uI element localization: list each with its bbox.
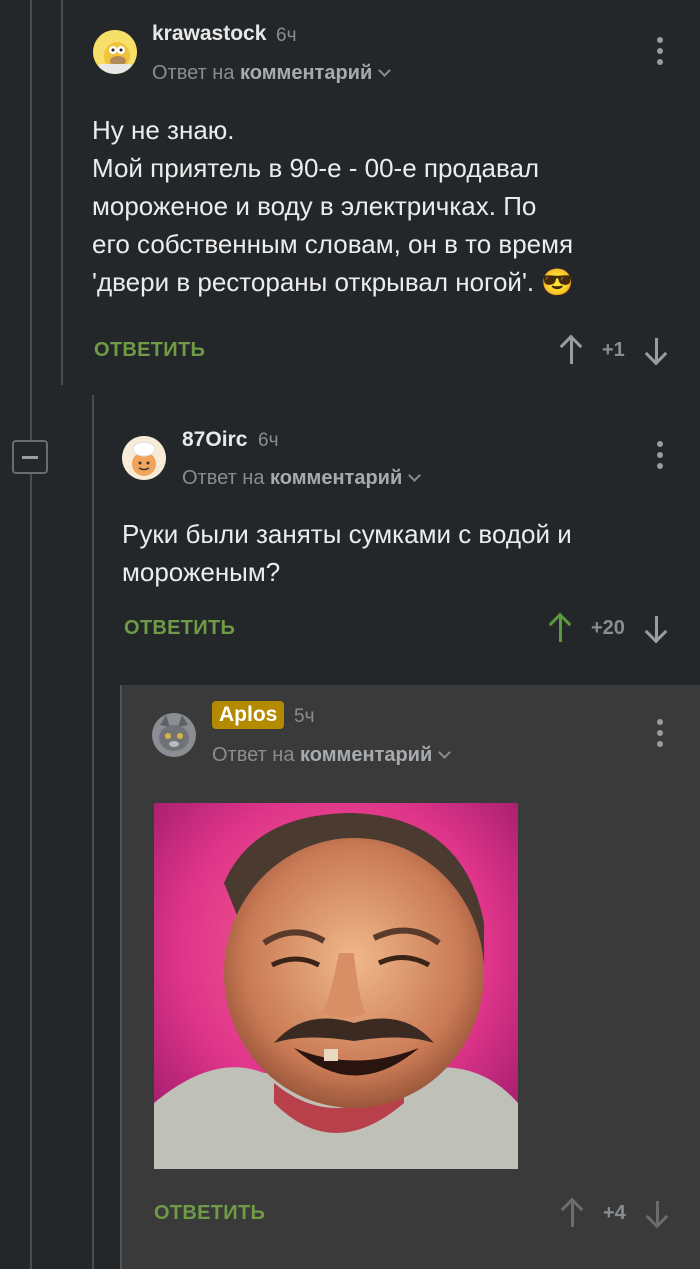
thread-line-reply (92, 395, 94, 1269)
username[interactable]: 87Oirc (182, 428, 247, 452)
avatar[interactable] (93, 30, 137, 74)
minus-icon (22, 455, 38, 459)
comment-text: Руки были заняты сумками с водой и морож… (122, 519, 572, 587)
reply-to-link[interactable]: Ответ на комментарий (152, 62, 392, 85)
more-options-icon[interactable] (657, 441, 663, 469)
vote-controls: +4 (560, 1197, 669, 1229)
timestamp: 6ч (276, 25, 297, 46)
more-options-icon[interactable] (657, 719, 663, 747)
reply-to-link[interactable]: Ответ на комментарий (212, 744, 452, 767)
score: +1 (602, 338, 625, 361)
username-badge: Aplos (212, 701, 285, 729)
cat-avatar-icon (152, 713, 196, 757)
username[interactable]: krawastock (152, 22, 266, 46)
score: +4 (603, 1201, 626, 1224)
thread-line-inner (61, 0, 63, 385)
chevron-down-icon (378, 64, 392, 77)
timestamp: 5ч (294, 706, 315, 727)
reply-to-link[interactable]: Ответ на комментарий (182, 467, 422, 490)
homer-avatar-icon (93, 30, 137, 74)
upvote-arrow-icon[interactable] (559, 334, 583, 365)
comment-image[interactable] (154, 803, 518, 1169)
vote-controls: +20 (548, 612, 668, 644)
timestamp: 6ч (258, 430, 279, 451)
laughing-man-image (154, 803, 518, 1169)
avatar[interactable] (152, 713, 196, 757)
thread-line-outer (30, 0, 32, 1269)
downvote-arrow-icon[interactable] (645, 1198, 669, 1229)
upvote-arrow-icon[interactable] (560, 1197, 584, 1228)
more-options-icon[interactable] (657, 37, 663, 65)
downvote-arrow-icon[interactable] (644, 613, 668, 644)
collapse-thread-button[interactable] (12, 440, 48, 474)
chevron-down-icon (438, 746, 452, 759)
avatar[interactable] (122, 436, 166, 480)
username[interactable]: Aplos (212, 701, 285, 729)
upvote-arrow-icon[interactable] (548, 612, 572, 643)
score: +20 (591, 616, 625, 639)
reply-button[interactable]: ОТВЕТИТЬ (94, 339, 205, 362)
reply-button[interactable]: ОТВЕТИТЬ (154, 1202, 265, 1225)
comment-text: Ну не знаю. Мой приятель в 90-е - 00-е п… (92, 115, 574, 297)
chef-avatar-icon (122, 436, 166, 480)
vote-controls: +1 (559, 334, 668, 366)
chevron-down-icon (408, 469, 422, 482)
downvote-arrow-icon[interactable] (644, 335, 668, 366)
reply-button[interactable]: ОТВЕТИТЬ (124, 617, 235, 640)
